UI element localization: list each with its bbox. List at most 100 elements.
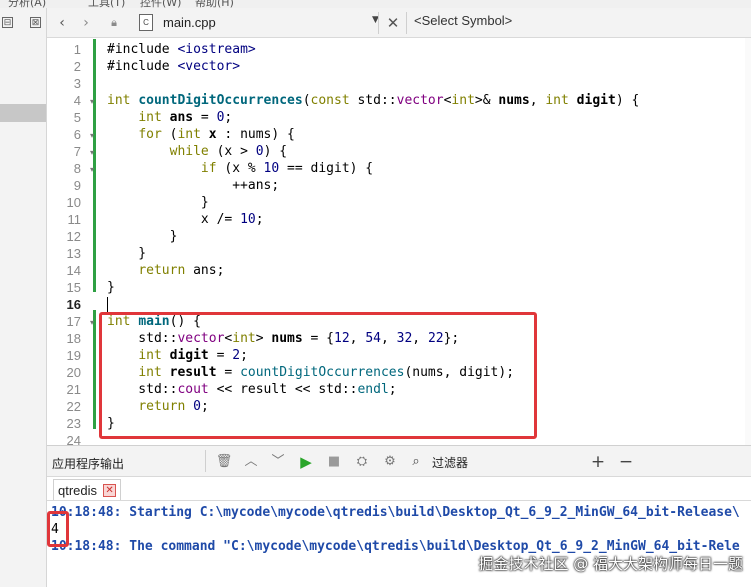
output-tab-bar: qtredis ✕ <box>47 477 751 501</box>
line-number: 22 <box>66 399 81 414</box>
close-icon[interactable]: ✕ <box>103 483 117 497</box>
line-number: 20 <box>66 365 81 380</box>
text-cursor <box>107 297 108 312</box>
code-line[interactable]: 14 return ans; <box>47 262 751 279</box>
file-icon: C <box>139 14 153 31</box>
code-line[interactable]: 3 <box>47 75 751 92</box>
line-number: 1 <box>73 42 81 57</box>
code-text: int ans = 0; <box>138 110 233 125</box>
line-number: 3 <box>73 76 81 91</box>
close-split-icon[interactable]: ⊠ <box>30 17 41 28</box>
code-line[interactable]: 9 ++ans; <box>47 177 751 194</box>
code-line[interactable]: 1 #include <iostream> <box>47 41 751 58</box>
code-line[interactable]: 13 } <box>47 245 751 262</box>
line-number: 2 <box>73 59 81 74</box>
vertical-scrollbar[interactable] <box>745 38 751 445</box>
up-icon[interactable]: ︿ <box>242 453 260 471</box>
code-text: int countDigitOccurrences(const std::vec… <box>107 93 640 108</box>
line-number: 16 <box>66 297 81 312</box>
symbol-selector[interactable]: <Select Symbol> <box>414 13 512 28</box>
code-text: for (int x : nums) { <box>138 127 295 142</box>
left-sidebar: ⊟ ⊠ <box>0 8 47 587</box>
code-text: ++ans; <box>107 178 280 193</box>
highlight-box-main <box>99 312 537 439</box>
output-console[interactable]: 10:18:48: Starting C:\mycode\mycode\qtre… <box>47 501 751 587</box>
fold-icon[interactable]: ▾ <box>90 149 98 157</box>
file-selector[interactable]: C main.cpp ▼ <box>139 12 379 34</box>
code-line[interactable]: 4 int countDigitOccurrences(const std::ve… <box>47 92 751 109</box>
code-line[interactable]: 5 int ans = 0; <box>47 109 751 126</box>
menu-item-analyze[interactable]: 分析(A) <box>8 0 46 8</box>
code-text: #include <iostream> <box>107 42 256 57</box>
line-number: 18 <box>66 331 81 346</box>
code-text: return ans; <box>138 263 225 278</box>
code-text: } <box>107 195 209 210</box>
line-number: 24 <box>66 433 81 445</box>
line-number: 19 <box>66 348 81 363</box>
code-line[interactable]: 11 x /= 10; <box>47 211 751 228</box>
back-icon[interactable]: ‹ <box>53 14 71 32</box>
line-number: 8 <box>73 161 81 176</box>
forward-icon[interactable]: › <box>77 14 95 32</box>
code-line[interactable]: 8 if (x % 10 == digit) { <box>47 160 751 177</box>
line-number: 11 <box>67 212 82 227</box>
line-number: 21 <box>66 382 81 397</box>
file-name: main.cpp <box>163 15 216 30</box>
code-line[interactable]: 7 while (x > 0) { <box>47 143 751 160</box>
gear-icon[interactable]: ⚙ <box>381 453 399 471</box>
fold-icon[interactable]: ▾ <box>90 319 98 327</box>
tab-label: qtredis <box>58 482 98 498</box>
close-icon[interactable]: ✕ <box>383 13 403 33</box>
code-text: if (x % 10 == digit) { <box>200 161 374 176</box>
line-number: 23 <box>66 416 81 431</box>
code-text: while (x > 0) { <box>169 144 288 159</box>
line-number: 4 <box>73 93 81 108</box>
menu-item-help[interactable]: 帮助(H) <box>195 0 234 8</box>
plus-icon[interactable]: + <box>589 453 607 471</box>
output-line-end: 10:18:48: The command "C:\mycode\mycode\… <box>51 539 740 554</box>
trash-icon[interactable]: 🗑︎ <box>215 453 233 471</box>
code-line[interactable]: 15} <box>47 279 751 296</box>
watermark: 掘金技术社区 @ 福大大架构师每日一题 <box>478 555 743 573</box>
menu-bar: 分析(A) 工具(T) 控件(W) 帮助(H) <box>0 0 751 8</box>
code-text: } <box>107 229 178 244</box>
down-icon[interactable]: ﹀ <box>269 453 287 471</box>
filter-input[interactable]: 过滤器 <box>432 454 468 471</box>
code-line[interactable]: 16 <box>47 296 751 313</box>
line-number: 5 <box>73 110 81 125</box>
sidebar-selected-item[interactable] <box>0 104 46 122</box>
line-number: 13 <box>66 246 81 261</box>
stop-icon[interactable]: ■ <box>325 453 343 471</box>
code-line[interactable]: 10 } <box>47 194 751 211</box>
toolbar-divider <box>205 450 206 472</box>
line-number: 17 <box>66 314 81 329</box>
code-line[interactable]: 6 for (int x : nums) { <box>47 126 751 143</box>
line-number: 7 <box>73 144 81 159</box>
line-number: 9 <box>73 178 81 193</box>
line-number: 10 <box>66 195 81 210</box>
editor-toolbar: ‹ › 🔒︎ C main.cpp ▼ ✕ <Select Symbol> <box>47 8 751 38</box>
attach-icon[interactable]: ⛭ <box>353 453 371 471</box>
line-number: 14 <box>66 263 81 278</box>
menu-item-widgets[interactable]: 控件(W) <box>140 0 181 8</box>
code-text: } <box>107 280 115 295</box>
minus-icon[interactable]: − <box>617 453 635 471</box>
tab-qtredis[interactable]: qtredis ✕ <box>53 479 122 500</box>
filter-search-icon: ⌕ <box>412 454 420 469</box>
toolbar-divider <box>406 12 407 34</box>
code-editor[interactable]: 1 #include <iostream> 2 #include <vector> 3 4… <box>47 38 751 445</box>
line-number: 6 <box>73 127 81 142</box>
line-number: 12 <box>66 229 81 244</box>
split-icon[interactable]: ⊟ <box>2 17 13 28</box>
code-text: x /= 10; <box>107 212 264 227</box>
fold-icon[interactable]: ▾ <box>90 132 98 140</box>
menu-item-tools[interactable]: 工具(T) <box>88 0 125 8</box>
output-line-start: 10:18:48: Starting C:\mycode\mycode\qtre… <box>51 505 740 520</box>
highlight-box-output <box>47 511 69 547</box>
code-line[interactable]: 2 #include <vector> <box>47 58 751 75</box>
run-icon[interactable]: ▶ <box>297 453 315 471</box>
lock-icon[interactable]: 🔒︎ <box>105 14 123 32</box>
fold-icon[interactable]: ▾ <box>90 98 98 106</box>
fold-icon[interactable]: ▾ <box>90 166 98 174</box>
code-line[interactable]: 12 } <box>47 228 751 245</box>
